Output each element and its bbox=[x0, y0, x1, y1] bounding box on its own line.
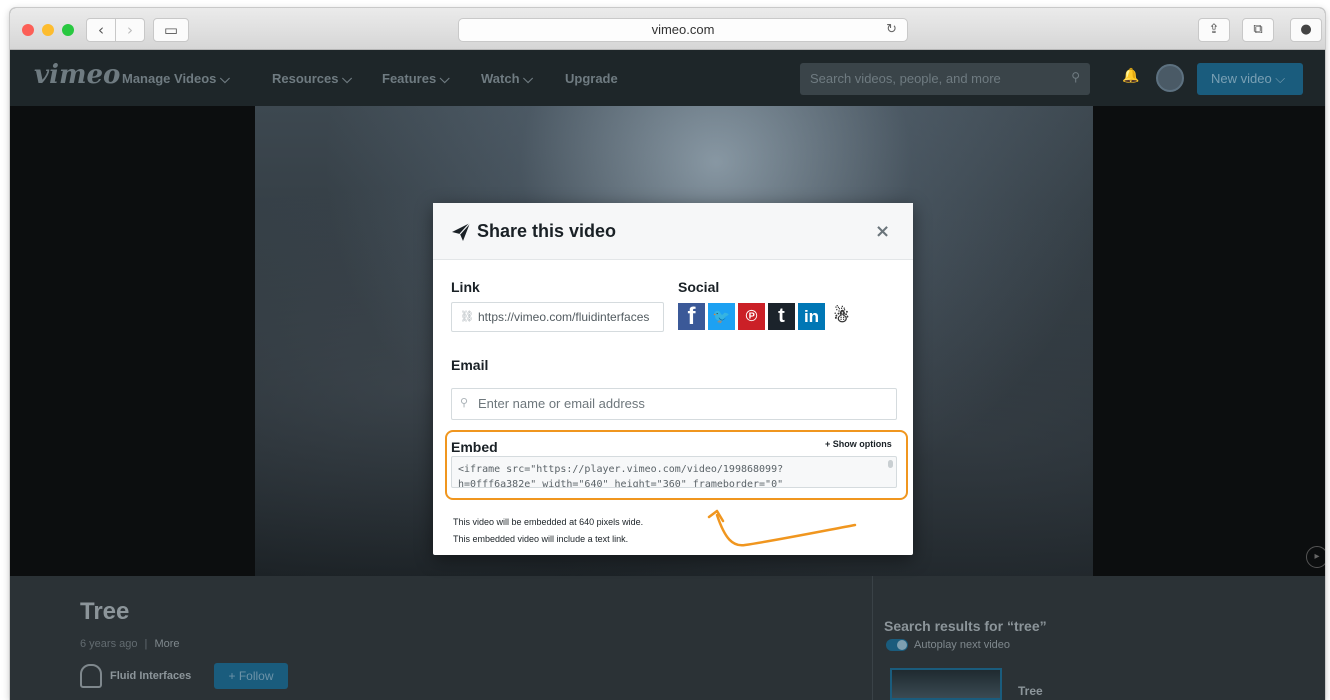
embed-scrollbar[interactable] bbox=[888, 460, 893, 468]
reload-icon[interactable]: ↻ bbox=[886, 19, 897, 41]
url-text: vimeo.com bbox=[651, 22, 715, 37]
link-field[interactable]: ⛓ https://vimeo.com/fluidinterfaces bbox=[451, 302, 664, 332]
linkedin-icon[interactable]: in bbox=[798, 303, 825, 330]
email-placeholder: Enter name or email address bbox=[478, 396, 645, 411]
annotation-arrow-icon bbox=[707, 509, 857, 547]
forward-button[interactable]: › bbox=[115, 18, 145, 42]
address-bar[interactable]: vimeo.com ↻ bbox=[458, 18, 908, 42]
search-results-title: Search results for “tree” bbox=[884, 618, 1047, 634]
downloads-icon[interactable]: ● bbox=[1290, 18, 1322, 42]
share-modal: Share this video × Link ⛓ https://vimeo.… bbox=[433, 203, 913, 555]
browser-toolbar: ‹ › ▭ vimeo.com ↻ ⇪ ⧉ ● bbox=[10, 8, 1325, 50]
zoom-window-button[interactable] bbox=[62, 24, 74, 36]
more-link[interactable]: More bbox=[154, 638, 179, 650]
modal-header: Share this video × bbox=[433, 203, 913, 260]
link-label: Link bbox=[451, 279, 480, 295]
owner-name[interactable]: Fluid Interfaces bbox=[110, 670, 191, 682]
follow-button[interactable]: + Follow bbox=[214, 663, 288, 689]
show-options-link[interactable]: + Show options bbox=[825, 439, 892, 449]
modal-title: Share this video bbox=[477, 221, 617, 241]
player-control-icon[interactable]: ▸ bbox=[1306, 546, 1325, 568]
avatar[interactable] bbox=[1156, 64, 1184, 92]
video-meta: 6 years ago | More bbox=[80, 638, 180, 650]
site-search-input[interactable]: Search videos, people, and more ⚲ bbox=[800, 63, 1090, 95]
share-icon[interactable]: ⇪ bbox=[1198, 18, 1230, 42]
reddit-icon[interactable]: ☃ bbox=[828, 303, 855, 330]
twitter-icon[interactable]: 🐦 bbox=[708, 303, 735, 330]
pinterest-icon[interactable]: ℗ bbox=[738, 303, 765, 330]
search-icon: ⚲ bbox=[460, 396, 469, 409]
video-title: Tree bbox=[80, 598, 130, 625]
result-title[interactable]: Tree bbox=[1018, 684, 1043, 698]
social-label: Social bbox=[678, 279, 720, 295]
nav-upgrade[interactable]: Upgrade bbox=[565, 71, 618, 86]
owner-avatar-icon[interactable] bbox=[80, 664, 102, 688]
link-icon: ⛓ bbox=[460, 310, 474, 323]
back-button[interactable]: ‹ bbox=[86, 18, 116, 42]
link-value: https://vimeo.com/fluidinterfaces bbox=[478, 310, 650, 324]
nav-resources[interactable]: Resources ⌵ bbox=[272, 71, 352, 87]
vimeo-logo[interactable]: vimeo bbox=[34, 60, 120, 90]
email-field[interactable]: ⚲ Enter name or email address bbox=[451, 388, 897, 420]
site-search-placeholder: Search videos, people, and more bbox=[810, 71, 1001, 86]
embed-width-note: This video will be embedded at 640 pixel… bbox=[453, 517, 644, 527]
facebook-icon[interactable]: f bbox=[678, 303, 705, 330]
search-icon[interactable]: ⚲ bbox=[1071, 70, 1080, 84]
autoplay-label: Autoplay next video bbox=[914, 639, 1011, 651]
tabs-overview-icon[interactable]: ⧉ bbox=[1242, 18, 1274, 42]
browser-window: ‹ › ▭ vimeo.com ↻ ⇪ ⧉ ● vimeo Manage Vid… bbox=[10, 8, 1325, 700]
video-info-area: Tree 6 years ago | More Fluid Interfaces… bbox=[10, 576, 1325, 700]
close-window-button[interactable] bbox=[22, 24, 34, 36]
tumblr-icon[interactable]: t bbox=[768, 303, 795, 330]
video-age: 6 years ago bbox=[80, 638, 138, 650]
notifications-bell-icon[interactable]: 🔔 bbox=[1122, 68, 1139, 84]
meta-separator: | bbox=[144, 638, 148, 650]
close-icon[interactable]: × bbox=[875, 221, 890, 242]
nav-manage-videos[interactable]: Manage Videos ⌵ bbox=[122, 71, 230, 87]
embed-link-note: This embedded video will include a text … bbox=[453, 534, 629, 544]
embed-label: Embed bbox=[451, 439, 498, 455]
email-label: Email bbox=[451, 357, 489, 373]
embed-code-line-2: h=0fff6a382e" width="640" height="360" f… bbox=[458, 479, 784, 488]
new-video-button[interactable]: New video ⌵ bbox=[1197, 63, 1303, 95]
paper-plane-icon bbox=[452, 222, 471, 241]
divider bbox=[872, 576, 873, 700]
embed-code-field[interactable]: <iframe src="https://player.vimeo.com/vi… bbox=[451, 456, 897, 488]
nav-features[interactable]: Features ⌵ bbox=[382, 71, 450, 87]
autoplay-toggle[interactable] bbox=[886, 639, 908, 651]
sidebar-toggle-icon[interactable]: ▭ bbox=[153, 18, 189, 42]
site-header: vimeo Manage Videos ⌵ Resources ⌵ Featur… bbox=[10, 50, 1325, 106]
result-thumbnail[interactable] bbox=[890, 668, 1002, 700]
nav-watch[interactable]: Watch ⌵ bbox=[481, 71, 533, 87]
embed-code-line-1: <iframe src="https://player.vimeo.com/vi… bbox=[458, 464, 784, 475]
minimize-window-button[interactable] bbox=[42, 24, 54, 36]
